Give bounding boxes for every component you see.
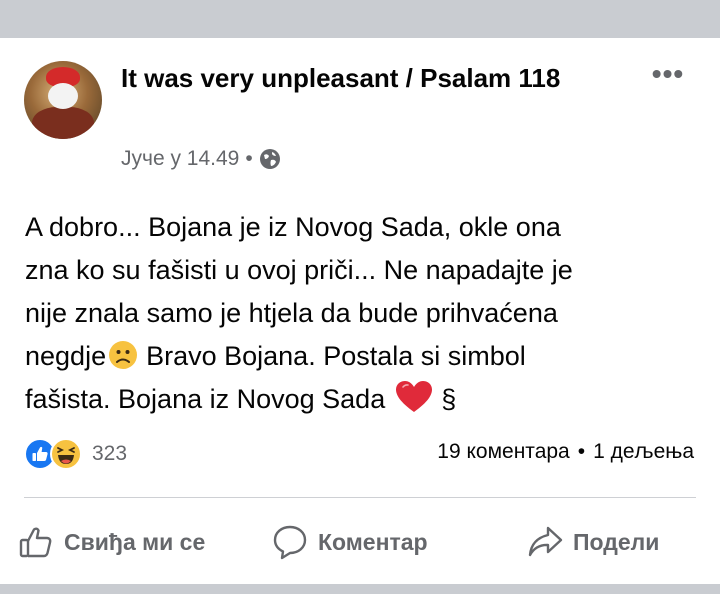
share-button-label: Подели: [573, 528, 660, 555]
comment-bubble-icon: [273, 525, 307, 560]
post-stats: 19 коментара • 1 дељења: [437, 440, 694, 464]
comments-count-link[interactable]: 19 коментара: [437, 440, 569, 464]
post-timestamp[interactable]: Јуче у 14.49: [121, 147, 239, 171]
divider: [24, 497, 696, 498]
stats-separator: •: [577, 440, 586, 463]
globe-icon[interactable]: [259, 148, 281, 170]
frowning-face-emoji-icon: [109, 341, 138, 369]
more-options-icon[interactable]: •••: [648, 60, 688, 88]
post-actions-bar: Свиђа ми се Коментар Подели: [0, 518, 720, 566]
haha-reaction-icon: [50, 438, 82, 470]
like-button-label: Свиђа ми се: [64, 528, 206, 555]
top-separator-band: [0, 0, 720, 38]
red-heart-emoji-icon: [396, 381, 433, 412]
comment-button[interactable]: Коментар: [272, 518, 428, 566]
share-button[interactable]: Подели: [527, 518, 659, 566]
avatar[interactable]: [24, 61, 102, 139]
post-body: A dobro... Bojana je iz Novog Sada, okle…: [25, 206, 700, 421]
post-body-line: §: [441, 384, 457, 414]
post-body-line: negdje: [25, 341, 107, 371]
post-body-line: fašista. Bojana iz Novog Sada: [25, 384, 386, 414]
share-arrow-icon: [528, 526, 563, 557]
post-meta: Јуче у 14.49 •: [121, 146, 281, 172]
shares-count-link[interactable]: 1 дељења: [593, 440, 694, 464]
comment-button-label: Коментар: [318, 528, 428, 555]
thumbs-up-icon: [19, 527, 52, 558]
post-body-line: Bravo Bojana. Postala si simbol: [146, 341, 526, 371]
reaction-count: 323: [92, 442, 128, 465]
reactions-summary[interactable]: 323: [24, 437, 127, 471]
meta-separator: •: [245, 147, 253, 170]
like-button[interactable]: Свиђа ми се: [18, 518, 205, 566]
avatar-figure-face: [48, 83, 78, 109]
avatar-figure-body: [32, 107, 94, 139]
post-body-line: zna ko su fašisti u ovoj priči... Ne nap…: [25, 255, 573, 285]
bottom-separator-band: [0, 584, 720, 594]
post-author-name[interactable]: It was very unpleasant / Psalam 118: [121, 62, 601, 94]
post-body-line: nije znala samo je htjela da bude prihva…: [25, 298, 558, 328]
post-body-line: A dobro... Bojana je iz Novog Sada, okle…: [25, 212, 561, 242]
